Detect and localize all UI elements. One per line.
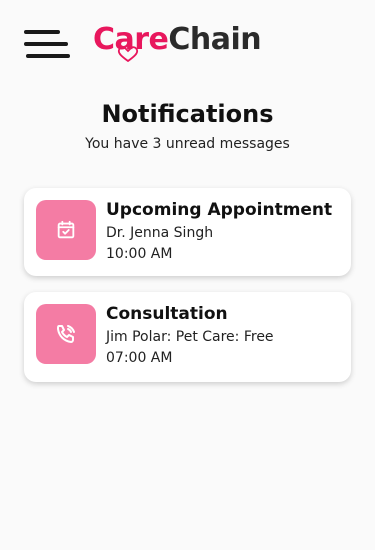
notification-detail: Dr. Jenna Singh: [106, 225, 214, 241]
notification-card-appointment[interactable]: Upcoming Appointment Dr. Jenna Singh 10:…: [24, 188, 351, 276]
calendar-check-icon: [57, 220, 75, 239]
notification-title: Consultation: [106, 304, 228, 324]
logo-chain-text: Chain: [168, 22, 262, 57]
notification-text: Upcoming Appointment Dr. Jenna Singh 10:…: [106, 200, 332, 262]
notification-card-consultation[interactable]: Consultation Jim Polar: Pet Care: Free 0…: [24, 292, 351, 382]
notification-text: Consultation Jim Polar: Pet Care: Free 0…: [106, 304, 274, 366]
heart-logo-icon: [117, 46, 139, 62]
notification-time: 10:00 AM: [106, 246, 173, 262]
notification-icon-box: [36, 200, 96, 260]
hamburger-menu-icon[interactable]: [24, 30, 70, 62]
page-title: Notifications: [101, 100, 274, 128]
unread-count-text: You have 3 unread messages: [85, 136, 290, 152]
notification-icon-box: [36, 304, 96, 364]
notification-list: Upcoming Appointment Dr. Jenna Singh 10:…: [0, 188, 375, 382]
notification-time: 07:00 AM: [106, 350, 173, 366]
notification-detail: Jim Polar: Pet Care: Free: [106, 329, 274, 345]
page-heading: Notifications You have 3 unread messages: [0, 100, 375, 152]
app-header: Care Chain: [0, 0, 375, 90]
notification-title: Upcoming Appointment: [106, 200, 333, 220]
phone-call-icon: [57, 325, 75, 343]
app-logo: Care Chain: [93, 22, 262, 62]
